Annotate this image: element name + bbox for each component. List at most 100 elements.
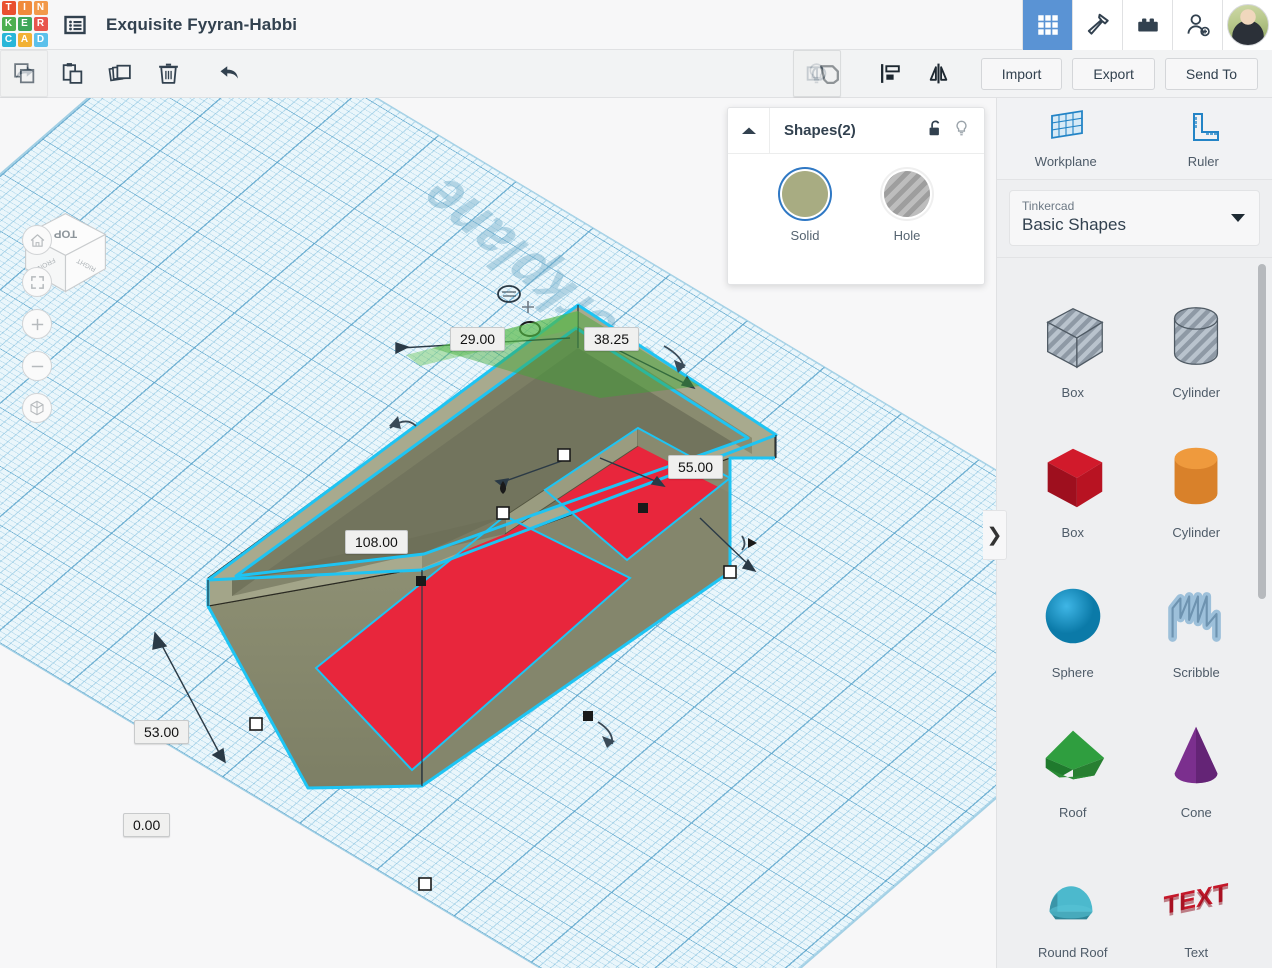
chevron-up-icon[interactable] <box>728 108 770 153</box>
mirror-icon <box>929 63 948 84</box>
logo-letter: N <box>33 1 48 15</box>
app-header: T I N K E R C A D Exquisite Fyyran-Habbi <box>0 0 1272 50</box>
minus-icon <box>31 365 43 367</box>
workplane-icon <box>1050 110 1083 139</box>
logo-letter: E <box>17 17 32 31</box>
grid-view-button[interactable] <box>1022 0 1072 50</box>
grid-icon <box>1037 14 1058 35</box>
dim-108[interactable]: 108.00 <box>345 530 408 554</box>
shape-library-scrollbar[interactable] <box>1258 264 1266 599</box>
text-thumb: TEXT TEXT <box>1164 879 1229 923</box>
align-button[interactable] <box>867 50 915 97</box>
viewcube-top-label: TOP <box>53 228 77 240</box>
logo-letter: R <box>33 17 48 31</box>
redo-arrow-icon <box>15 66 33 79</box>
edit-tools-group <box>0 50 253 97</box>
shape-cone[interactable]: Cone <box>1135 686 1259 826</box>
library-provider: Tinkercad <box>1022 199 1075 213</box>
shape-label: Scribble <box>1172 665 1220 680</box>
shape-box-hole[interactable]: Box <box>1011 266 1135 406</box>
codeblocks-button[interactable] <box>1072 0 1122 50</box>
solid-swatch[interactable]: Solid <box>782 171 828 243</box>
ortho-perspective-button[interactable] <box>22 393 52 423</box>
shape-tools-group: Import Export Send To <box>792 50 1272 97</box>
shapes-panel-title: Shapes(2) <box>784 122 856 139</box>
dim-55[interactable]: 55.00 <box>668 455 724 479</box>
undo-button[interactable] <box>205 50 253 97</box>
shape-library-dropdown[interactable]: Tinkercad Basic Shapes <box>1009 190 1260 246</box>
page-title: Exquisite Fyyran-Habbi <box>106 14 298 34</box>
shape-scribble[interactable]: Scribble <box>1135 546 1259 686</box>
dim-29[interactable]: 29.00 <box>450 327 506 351</box>
chevron-down-icon <box>1231 214 1245 222</box>
list-icon[interactable] <box>58 8 92 42</box>
shape-text[interactable]: TEXT TEXT Text <box>1135 826 1259 966</box>
shape-library-grid: Box Cylinder Box Cylinder Sphere Scribbl… <box>997 258 1272 966</box>
send-to-button[interactable]: Send To <box>1164 57 1258 90</box>
invite-button[interactable] <box>1172 0 1222 50</box>
sphere-thumb <box>1045 588 1101 644</box>
hole-pattern-circle <box>884 171 930 217</box>
shape-label: Text <box>1184 945 1209 960</box>
paste-icon <box>62 63 82 84</box>
undo-arrow-icon <box>220 66 238 79</box>
sidebar-tools: Workplane Ruler <box>997 98 1272 180</box>
duplicate-button[interactable] <box>96 50 144 97</box>
redo-button[interactable] <box>0 50 48 97</box>
header-actions <box>1022 0 1272 50</box>
logo-letter: A <box>17 33 32 47</box>
dim-53[interactable]: 53.00 <box>134 720 190 744</box>
shape-box-red[interactable]: Box <box>1011 406 1135 546</box>
tinkercad-logo[interactable]: T I N K E R C A D <box>0 0 48 50</box>
cylinder-hole-thumb <box>1174 307 1219 365</box>
blocks-button[interactable] <box>1122 0 1172 50</box>
fit-frame-icon <box>30 275 44 289</box>
zoom-out-button[interactable] <box>22 351 52 381</box>
shape-sphere[interactable]: Sphere <box>1011 546 1135 686</box>
shape-round-roof[interactable]: Round Roof <box>1011 826 1135 966</box>
round-roof-thumb <box>1049 886 1093 920</box>
hole-swatch[interactable]: Hole <box>884 171 930 243</box>
workplane-tool[interactable]: Workplane <box>997 98 1135 179</box>
shape-roof[interactable]: Roof <box>1011 686 1135 826</box>
workplane-label: Workplane <box>1034 154 1097 169</box>
lightbulb-icon[interactable] <box>953 119 970 143</box>
shapes-panel-body: Solid Hole <box>728 154 984 243</box>
unlock-icon[interactable] <box>927 119 944 143</box>
box-red-thumb <box>1047 448 1102 508</box>
collapse-panel-handle[interactable]: ❯ <box>983 510 1007 560</box>
shape-cylinder-hole[interactable]: Cylinder <box>1135 266 1259 406</box>
cone-thumb <box>1174 726 1218 784</box>
hammer-icon <box>1087 13 1109 35</box>
shape-library-grid-wrap[interactable]: Box Cylinder Box Cylinder Sphere Scribbl… <box>997 257 1272 968</box>
logo-letter: C <box>1 33 16 47</box>
dim-3825[interactable]: 38.25 <box>584 327 640 351</box>
shape-label: Box <box>1061 385 1084 400</box>
ungroup-shape-icon <box>806 66 827 81</box>
logo-letter: K <box>1 17 16 31</box>
fit-view-button[interactable] <box>22 267 52 297</box>
ruler-tool[interactable]: Ruler <box>1135 98 1272 179</box>
avatar[interactable] <box>1222 0 1272 50</box>
home-view-button[interactable] <box>22 225 52 255</box>
shape-label: Roof <box>1059 805 1087 820</box>
export-button[interactable]: Export <box>1072 57 1155 90</box>
library-name: Basic Shapes <box>1022 215 1126 234</box>
shapes-panel-icons <box>927 119 984 143</box>
align-icon <box>881 64 900 83</box>
svg-text:TEXT: TEXT <box>1164 881 1229 923</box>
zoom-in-button[interactable] <box>22 309 52 339</box>
mirror-button[interactable] <box>915 50 963 97</box>
paste-button[interactable] <box>48 50 96 97</box>
home-icon <box>30 233 44 247</box>
import-button[interactable]: Import <box>980 57 1063 90</box>
trash-icon <box>158 63 178 84</box>
delete-button[interactable] <box>144 50 192 97</box>
shape-cylinder-orange[interactable]: Cylinder <box>1135 406 1259 546</box>
logo-letter: D <box>33 33 48 47</box>
ungroup-button[interactable] <box>792 50 841 97</box>
cylinder-orange-thumb <box>1174 447 1218 505</box>
ruler-label: Ruler <box>1187 154 1219 169</box>
dim-0[interactable]: 0.00 <box>123 813 171 837</box>
workplane-watermark: Workplane <box>400 166 674 391</box>
